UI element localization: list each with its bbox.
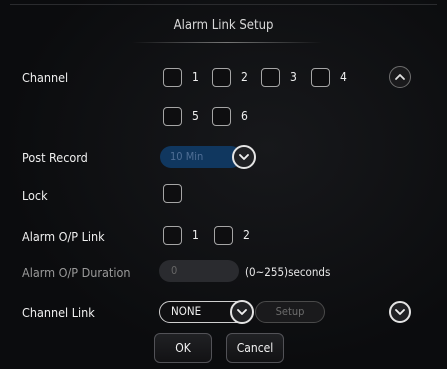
- scroll-down-button[interactable]: [389, 301, 411, 323]
- channel-checkbox-3-label: 3: [290, 70, 297, 84]
- channel-checkbox-2[interactable]: [212, 68, 231, 87]
- channel-link-setup-button[interactable]: Setup: [255, 301, 325, 323]
- alarm-op-link-checkbox-2-label: 2: [243, 228, 250, 242]
- alarm-link-setup-dialog: Alarm Link Setup Channel 1 2 3 4 5 6 Pos…: [0, 0, 447, 369]
- alarm-op-link-checkbox-1-label: 1: [192, 228, 199, 242]
- dialog-title: Alarm Link Setup: [173, 18, 274, 33]
- alarm-op-link-label: Alarm O/P Link: [22, 229, 105, 244]
- chevron-down-icon: [395, 309, 405, 315]
- channel-checkbox-1-label: 1: [192, 70, 199, 84]
- alarm-op-duration-hint: (0~255)seconds: [245, 265, 331, 279]
- top-divider: [10, 4, 437, 5]
- lock-checkbox[interactable]: [163, 184, 182, 203]
- channel-link-label: Channel Link: [22, 305, 95, 320]
- channel-link-dropdown-button[interactable]: [230, 300, 254, 324]
- post-record-select[interactable]: 10 Min: [160, 146, 242, 168]
- channel-label: Channel: [22, 70, 69, 85]
- chevron-down-icon: [237, 309, 247, 315]
- channel-checkbox-2-label: 2: [241, 70, 248, 84]
- alarm-op-duration-label: Alarm O/P Duration: [22, 265, 131, 280]
- post-record-label: Post Record: [22, 150, 88, 165]
- scroll-up-button[interactable]: [389, 66, 411, 88]
- channel-checkbox-1[interactable]: [163, 68, 182, 87]
- post-record-dropdown-button[interactable]: [232, 145, 256, 169]
- alarm-op-duration-input[interactable]: 0: [159, 260, 239, 282]
- alarm-op-link-checkbox-2[interactable]: [214, 226, 233, 245]
- channel-checkbox-3[interactable]: [261, 68, 280, 87]
- ok-button[interactable]: OK: [154, 333, 212, 363]
- channel-checkbox-6-label: 6: [241, 109, 248, 123]
- lock-label: Lock: [22, 188, 48, 203]
- chevron-down-icon: [239, 154, 249, 160]
- title-underline: [132, 42, 322, 43]
- channel-checkbox-4-label: 4: [340, 70, 347, 84]
- channel-checkbox-6[interactable]: [212, 107, 231, 126]
- channel-checkbox-5-label: 5: [192, 109, 199, 123]
- chevron-up-icon: [395, 74, 405, 80]
- channel-checkbox-5[interactable]: [163, 107, 182, 126]
- channel-checkbox-4[interactable]: [311, 68, 330, 87]
- alarm-op-link-checkbox-1[interactable]: [163, 226, 182, 245]
- cancel-button[interactable]: Cancel: [226, 333, 284, 363]
